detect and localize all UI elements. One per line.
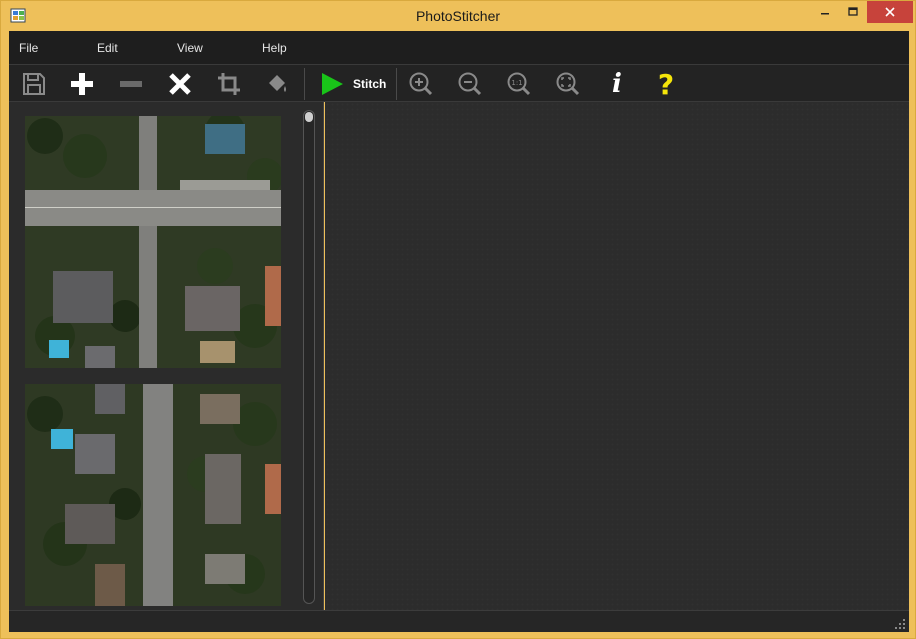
info-button[interactable]: i xyxy=(600,68,634,100)
status-bar xyxy=(9,610,909,632)
toolbar: Stitch 1:1 i ? xyxy=(9,64,909,102)
close-icon xyxy=(885,7,895,17)
menu-help[interactable]: Help xyxy=(262,41,287,55)
help-icon: ? xyxy=(657,67,675,101)
app-window: PhotoStitcher File Edit View Help Stitch… xyxy=(0,0,916,639)
toolbar-separator xyxy=(304,68,305,100)
aerial-image-1 xyxy=(25,116,281,368)
zoom-out-button[interactable] xyxy=(453,68,487,100)
stitch-button[interactable]: Stitch xyxy=(313,68,397,100)
help-button[interactable]: ? xyxy=(649,67,683,101)
image-list-panel[interactable] xyxy=(9,102,324,610)
zoom-actual-label: 1:1 xyxy=(511,79,522,87)
zoom-fit-button[interactable] xyxy=(551,68,585,100)
close-button[interactable] xyxy=(867,1,913,23)
toolbar-separator xyxy=(396,68,397,100)
crop-icon xyxy=(218,73,240,95)
play-icon xyxy=(322,73,343,95)
menu-edit[interactable]: Edit xyxy=(97,41,118,55)
remove-image-button[interactable] xyxy=(114,68,148,100)
delete-all-button[interactable] xyxy=(163,68,197,100)
image-thumbnail[interactable] xyxy=(25,116,281,368)
vertical-scrollbar[interactable] xyxy=(303,110,315,604)
title-bar[interactable]: PhotoStitcher xyxy=(1,1,915,31)
zoom-actual-icon: 1:1 xyxy=(507,72,531,96)
add-image-button[interactable] xyxy=(65,68,99,100)
stitch-label: Stitch xyxy=(353,77,387,91)
preview-canvas[interactable] xyxy=(325,102,909,610)
aerial-image-2 xyxy=(25,384,281,606)
save-button[interactable] xyxy=(17,68,51,100)
window-title: PhotoStitcher xyxy=(415,8,501,24)
image-thumbnail[interactable] xyxy=(25,384,281,606)
resize-grip-icon[interactable] xyxy=(895,619,905,629)
maximize-button[interactable] xyxy=(839,1,867,23)
menu-view[interactable]: View xyxy=(177,41,203,55)
zoom-out-icon xyxy=(458,72,482,96)
zoom-fit-icon xyxy=(556,72,580,96)
info-icon: i xyxy=(612,69,622,99)
paint-bucket-icon xyxy=(269,75,286,92)
zoom-in-button[interactable] xyxy=(404,68,438,100)
minimize-button[interactable] xyxy=(809,1,841,23)
zoom-actual-button[interactable]: 1:1 xyxy=(502,68,536,100)
menu-bar: File Edit View Help xyxy=(9,31,909,64)
zoom-in-icon xyxy=(409,72,433,96)
crop-button[interactable] xyxy=(212,68,246,100)
fill-button[interactable] xyxy=(260,68,294,100)
scrollbar-thumb[interactable] xyxy=(305,112,313,122)
menu-file[interactable]: File xyxy=(19,41,38,55)
x-icon xyxy=(169,73,191,95)
save-icon xyxy=(23,73,45,95)
minus-icon xyxy=(120,81,142,87)
plus-icon xyxy=(71,73,93,95)
